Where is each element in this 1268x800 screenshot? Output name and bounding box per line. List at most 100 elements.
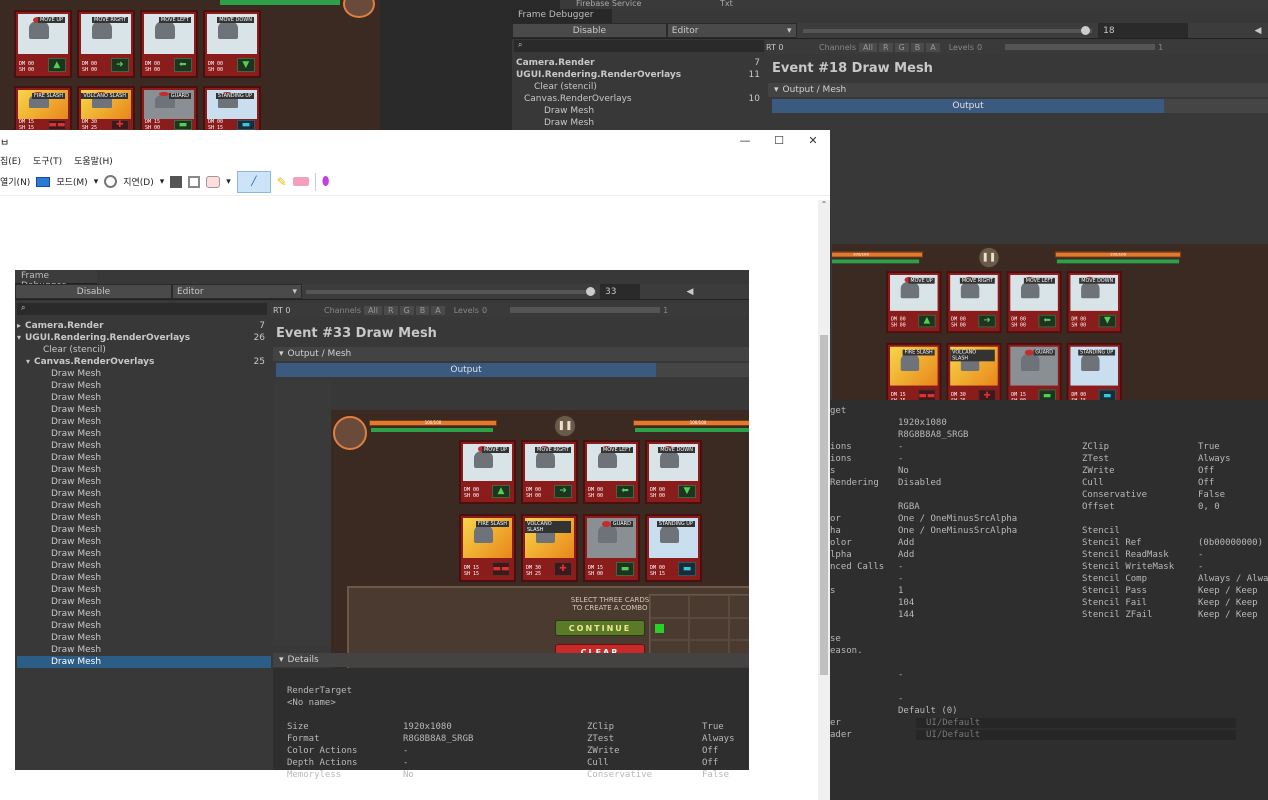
card[interactable]: STANDING UP DM 00 SH 15 ▬ — [203, 86, 261, 130]
send-icon[interactable] — [206, 175, 221, 188]
tree-row[interactable]: Clear (stencil) — [516, 81, 766, 93]
channel-button[interactable]: R — [383, 305, 398, 315]
channel-button[interactable]: B — [910, 42, 925, 52]
editor-dropdown[interactable]: Editor ▾ — [172, 284, 302, 299]
editor-dropdown[interactable]: Editor ▾ — [666, 23, 797, 38]
tree-row-draw-mesh[interactable]: Draw Mesh — [17, 548, 271, 560]
search-field[interactable]: ⌕ — [514, 40, 764, 52]
tree-row[interactable]: Camera.Render 7 — [516, 57, 766, 69]
menu-item[interactable]: 도구(T) — [33, 154, 62, 167]
shader-field[interactable]: UI/Default — [916, 718, 1236, 728]
card[interactable]: VOLCANO SLASHDM 30 SH 25✚ — [946, 342, 1002, 409]
slider-handle[interactable] — [1080, 25, 1090, 35]
output-tab[interactable]: Output — [276, 363, 656, 377]
chevron-down-icon[interactable]: ▾ — [94, 177, 99, 187]
eraser-icon[interactable] — [292, 177, 309, 186]
card[interactable]: MOVE LEFT DM 00 SH 00 ⬅ — [1006, 271, 1062, 334]
tree-row[interactable]: ▸ Camera.Render 7 — [17, 320, 271, 332]
tree-row-draw-mesh[interactable]: Draw Mesh — [17, 584, 271, 596]
slider-handle[interactable] — [586, 286, 595, 296]
output-tab-2[interactable] — [1164, 99, 1268, 113]
card[interactable]: MOVE LEFT DM 00 SH 00 ⬅ — [140, 10, 198, 78]
card[interactable]: MOVE UP DM 00 SH 00 ▲ — [14, 10, 72, 78]
channel-button[interactable]: A — [431, 305, 445, 315]
card[interactable]: MOVE DOWN DM 00 SH 00 ▼ — [645, 440, 702, 504]
tree-row-draw-mesh[interactable]: Draw Mesh — [17, 512, 271, 524]
tree-row-draw-mesh[interactable]: Draw Mesh — [17, 488, 271, 500]
tree-row-draw-mesh[interactable]: Draw Mesh — [17, 500, 271, 512]
tree-row-draw-mesh[interactable]: Draw Mesh — [17, 392, 271, 404]
output-tab[interactable]: Output — [772, 99, 1164, 113]
scrollbar[interactable]: ⌃ — [818, 200, 830, 800]
channel-button[interactable]: G — [399, 305, 414, 315]
tree-row-draw-mesh[interactable]: Draw Mesh — [17, 368, 271, 380]
tree-row[interactable]: Draw Mesh — [516, 117, 766, 129]
tree-row-draw-mesh[interactable]: Draw Mesh — [17, 536, 271, 548]
disable-button[interactable]: Disable — [512, 23, 667, 38]
tree-row-draw-mesh[interactable]: Draw Mesh — [17, 464, 271, 476]
close-icon[interactable]: ✕ — [796, 130, 830, 152]
tree-row-draw-mesh[interactable]: Draw Mesh — [17, 452, 271, 464]
channel-button[interactable]: A — [926, 42, 940, 52]
card[interactable]: MOVE LEFT DM 00 SH 00 ⬅ — [583, 440, 640, 504]
tree-row[interactable]: Draw Mesh — [516, 105, 766, 117]
open-button[interactable]: 열기(N) — [0, 175, 30, 188]
prev-arrow-icon[interactable]: ◀ — [1248, 26, 1268, 36]
card[interactable]: VOLCANO SLASHDM 30 SH 25✚ — [77, 86, 135, 130]
tree-row-draw-mesh[interactable]: Draw Mesh — [17, 572, 271, 584]
card[interactable]: MOVE RIGHT DM 00 SH 00 ➜ — [946, 271, 1002, 334]
event-slider[interactable] — [306, 286, 596, 296]
prev-arrow-icon[interactable]: ◀ — [680, 287, 700, 297]
tree-row[interactable]: UGUI.Rendering.RenderOverlays 11 — [516, 69, 766, 81]
pause-icon[interactable]: ❚❚ — [553, 414, 577, 438]
card[interactable]: GUARDDM 15 SH 00▬ — [1006, 342, 1062, 409]
event-slider[interactable] — [802, 25, 1093, 35]
channel-button[interactable]: All — [859, 42, 877, 52]
copy-icon[interactable] — [188, 175, 201, 188]
card[interactable]: MOVE RIGHT DM 00 SH 00 ➜ — [521, 440, 578, 504]
card[interactable]: GUARDDM 15 SH 00▬ — [583, 514, 640, 582]
mode-button[interactable]: 모드(M) — [56, 175, 87, 188]
levels-slider[interactable] — [510, 307, 661, 313]
tree-row[interactable]: Clear (stencil) — [17, 344, 271, 356]
tree-row-draw-mesh[interactable]: Draw Mesh — [17, 428, 271, 440]
card[interactable]: GUARDDM 15 SH 00▬ — [140, 86, 198, 130]
output-tab-2[interactable] — [656, 363, 749, 377]
rt-dropdown[interactable]: RT 0 — [766, 43, 816, 52]
rt-dropdown[interactable]: RT 0 — [271, 306, 321, 315]
color-picker-icon[interactable]: ⬮ — [322, 174, 330, 189]
tree-row[interactable]: ▾ UGUI.Rendering.RenderOverlays 26 — [17, 332, 271, 344]
scroll-thumb[interactable] — [820, 335, 828, 675]
pen-icon[interactable]: ╱ — [236, 170, 271, 193]
tree-row-draw-mesh[interactable]: Draw Mesh — [17, 656, 271, 668]
channel-button[interactable]: R — [878, 42, 893, 52]
tree-row-draw-mesh[interactable]: Draw Mesh — [17, 596, 271, 608]
tree-row-draw-mesh[interactable]: Draw Mesh — [17, 608, 271, 620]
save-icon[interactable] — [170, 175, 183, 188]
highlighter-icon[interactable]: ✎ — [277, 175, 287, 189]
delay-button[interactable]: 지연(D) — [123, 175, 154, 188]
card[interactable]: FIRE SLASHDM 15 SH 15▬▬ — [14, 86, 72, 130]
continue-button[interactable]: CONTINUE — [555, 620, 645, 636]
shader-field[interactable]: UI/Default — [916, 730, 1236, 740]
tree-row-draw-mesh[interactable]: Draw Mesh — [17, 476, 271, 488]
card[interactable]: FIRE SLASHDM 15 SH 15▬▬ — [886, 342, 942, 409]
card[interactable]: STANDING UP DM 00 SH 15 ▬ — [645, 514, 702, 582]
tree-row-draw-mesh[interactable]: Draw Mesh — [17, 416, 271, 428]
levels-slider[interactable] — [1005, 44, 1156, 50]
chevron-down-icon[interactable]: ▾ — [226, 177, 231, 187]
tree-row-draw-mesh[interactable]: Draw Mesh — [17, 524, 271, 536]
tree-row[interactable]: Canvas.RenderOverlays 10 — [516, 93, 766, 105]
card[interactable]: MOVE RIGHT DM 00 SH 00 ➜ — [77, 10, 135, 78]
search-field[interactable]: ⌕ — [17, 303, 267, 315]
menu-item[interactable]: 집(E) — [0, 154, 21, 167]
tree-row-draw-mesh[interactable]: Draw Mesh — [17, 380, 271, 392]
event-index-field[interactable]: 18 — [1098, 23, 1189, 38]
tree-row-draw-mesh[interactable]: Draw Mesh — [17, 560, 271, 572]
maximize-icon[interactable]: ☐ — [762, 130, 796, 152]
scroll-up-icon[interactable]: ⌃ — [818, 200, 830, 209]
tree-row-draw-mesh[interactable]: Draw Mesh — [17, 620, 271, 632]
chevron-down-icon[interactable]: ▾ — [160, 177, 165, 187]
minimize-icon[interactable]: — — [728, 130, 762, 152]
disable-button[interactable]: Disable — [15, 284, 172, 299]
